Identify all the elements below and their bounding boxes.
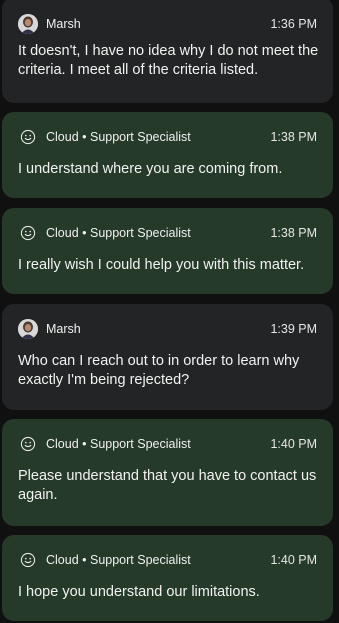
- message-card-user: Marsh 1:36 PM It doesn't, I have no idea…: [2, 0, 333, 103]
- sender-name: Cloud • Support Specialist: [46, 437, 191, 451]
- smiley-face-icon: [20, 225, 36, 241]
- message-text: Please understand that you have to conta…: [18, 468, 317, 503]
- sender-name: Marsh: [46, 322, 81, 336]
- smiley-face-icon: [20, 436, 36, 452]
- chat-feed: Marsh 1:36 PM It doesn't, I have no idea…: [0, 0, 339, 623]
- message-card-agent: Cloud • Support Specialist 1:40 PM Pleas…: [2, 419, 333, 526]
- message-header: Marsh 1:39 PM: [18, 319, 317, 339]
- user-avatar-icon: [18, 319, 38, 339]
- message-timestamp: 1:36 PM: [270, 17, 317, 31]
- message-header: Cloud • Support Specialist 1:40 PM: [18, 434, 317, 454]
- message-text: Who can I reach out to in order to learn…: [18, 353, 300, 388]
- sender-name: Cloud • Support Specialist: [46, 553, 191, 567]
- message-header: Cloud • Support Specialist 1:38 PM: [18, 127, 317, 147]
- message-header: Marsh 1:36 PM: [18, 14, 317, 34]
- message-card-agent: Cloud • Support Specialist 1:38 PM I rea…: [2, 208, 333, 294]
- message-card-agent: Cloud • Support Specialist 1:40 PM I hop…: [2, 535, 333, 621]
- sender-name: Cloud • Support Specialist: [46, 226, 191, 240]
- message-card-user: Marsh 1:39 PM Who can I reach out to in …: [2, 304, 333, 410]
- message-header: Cloud • Support Specialist 1:40 PM: [18, 550, 317, 570]
- sender-name: Marsh: [46, 17, 81, 31]
- sender-name: Cloud • Support Specialist: [46, 130, 191, 144]
- message-timestamp: 1:38 PM: [270, 226, 317, 240]
- user-avatar-icon: [18, 14, 38, 34]
- message-header: Cloud • Support Specialist 1:38 PM: [18, 223, 317, 243]
- message-card-agent: Cloud • Support Specialist 1:38 PM I und…: [2, 112, 333, 198]
- message-text: I really wish I could help you with this…: [18, 257, 305, 273]
- message-timestamp: 1:40 PM: [270, 553, 317, 567]
- smiley-face-icon: [20, 129, 36, 145]
- smiley-face-icon: [20, 552, 36, 568]
- message-text: I hope you understand our limitations.: [18, 584, 260, 600]
- message-text: I understand where you are coming from.: [18, 161, 283, 177]
- message-timestamp: 1:38 PM: [270, 130, 317, 144]
- message-timestamp: 1:40 PM: [270, 437, 317, 451]
- message-text: It doesn't, I have no idea why I do not …: [18, 43, 319, 78]
- message-timestamp: 1:39 PM: [270, 322, 317, 336]
